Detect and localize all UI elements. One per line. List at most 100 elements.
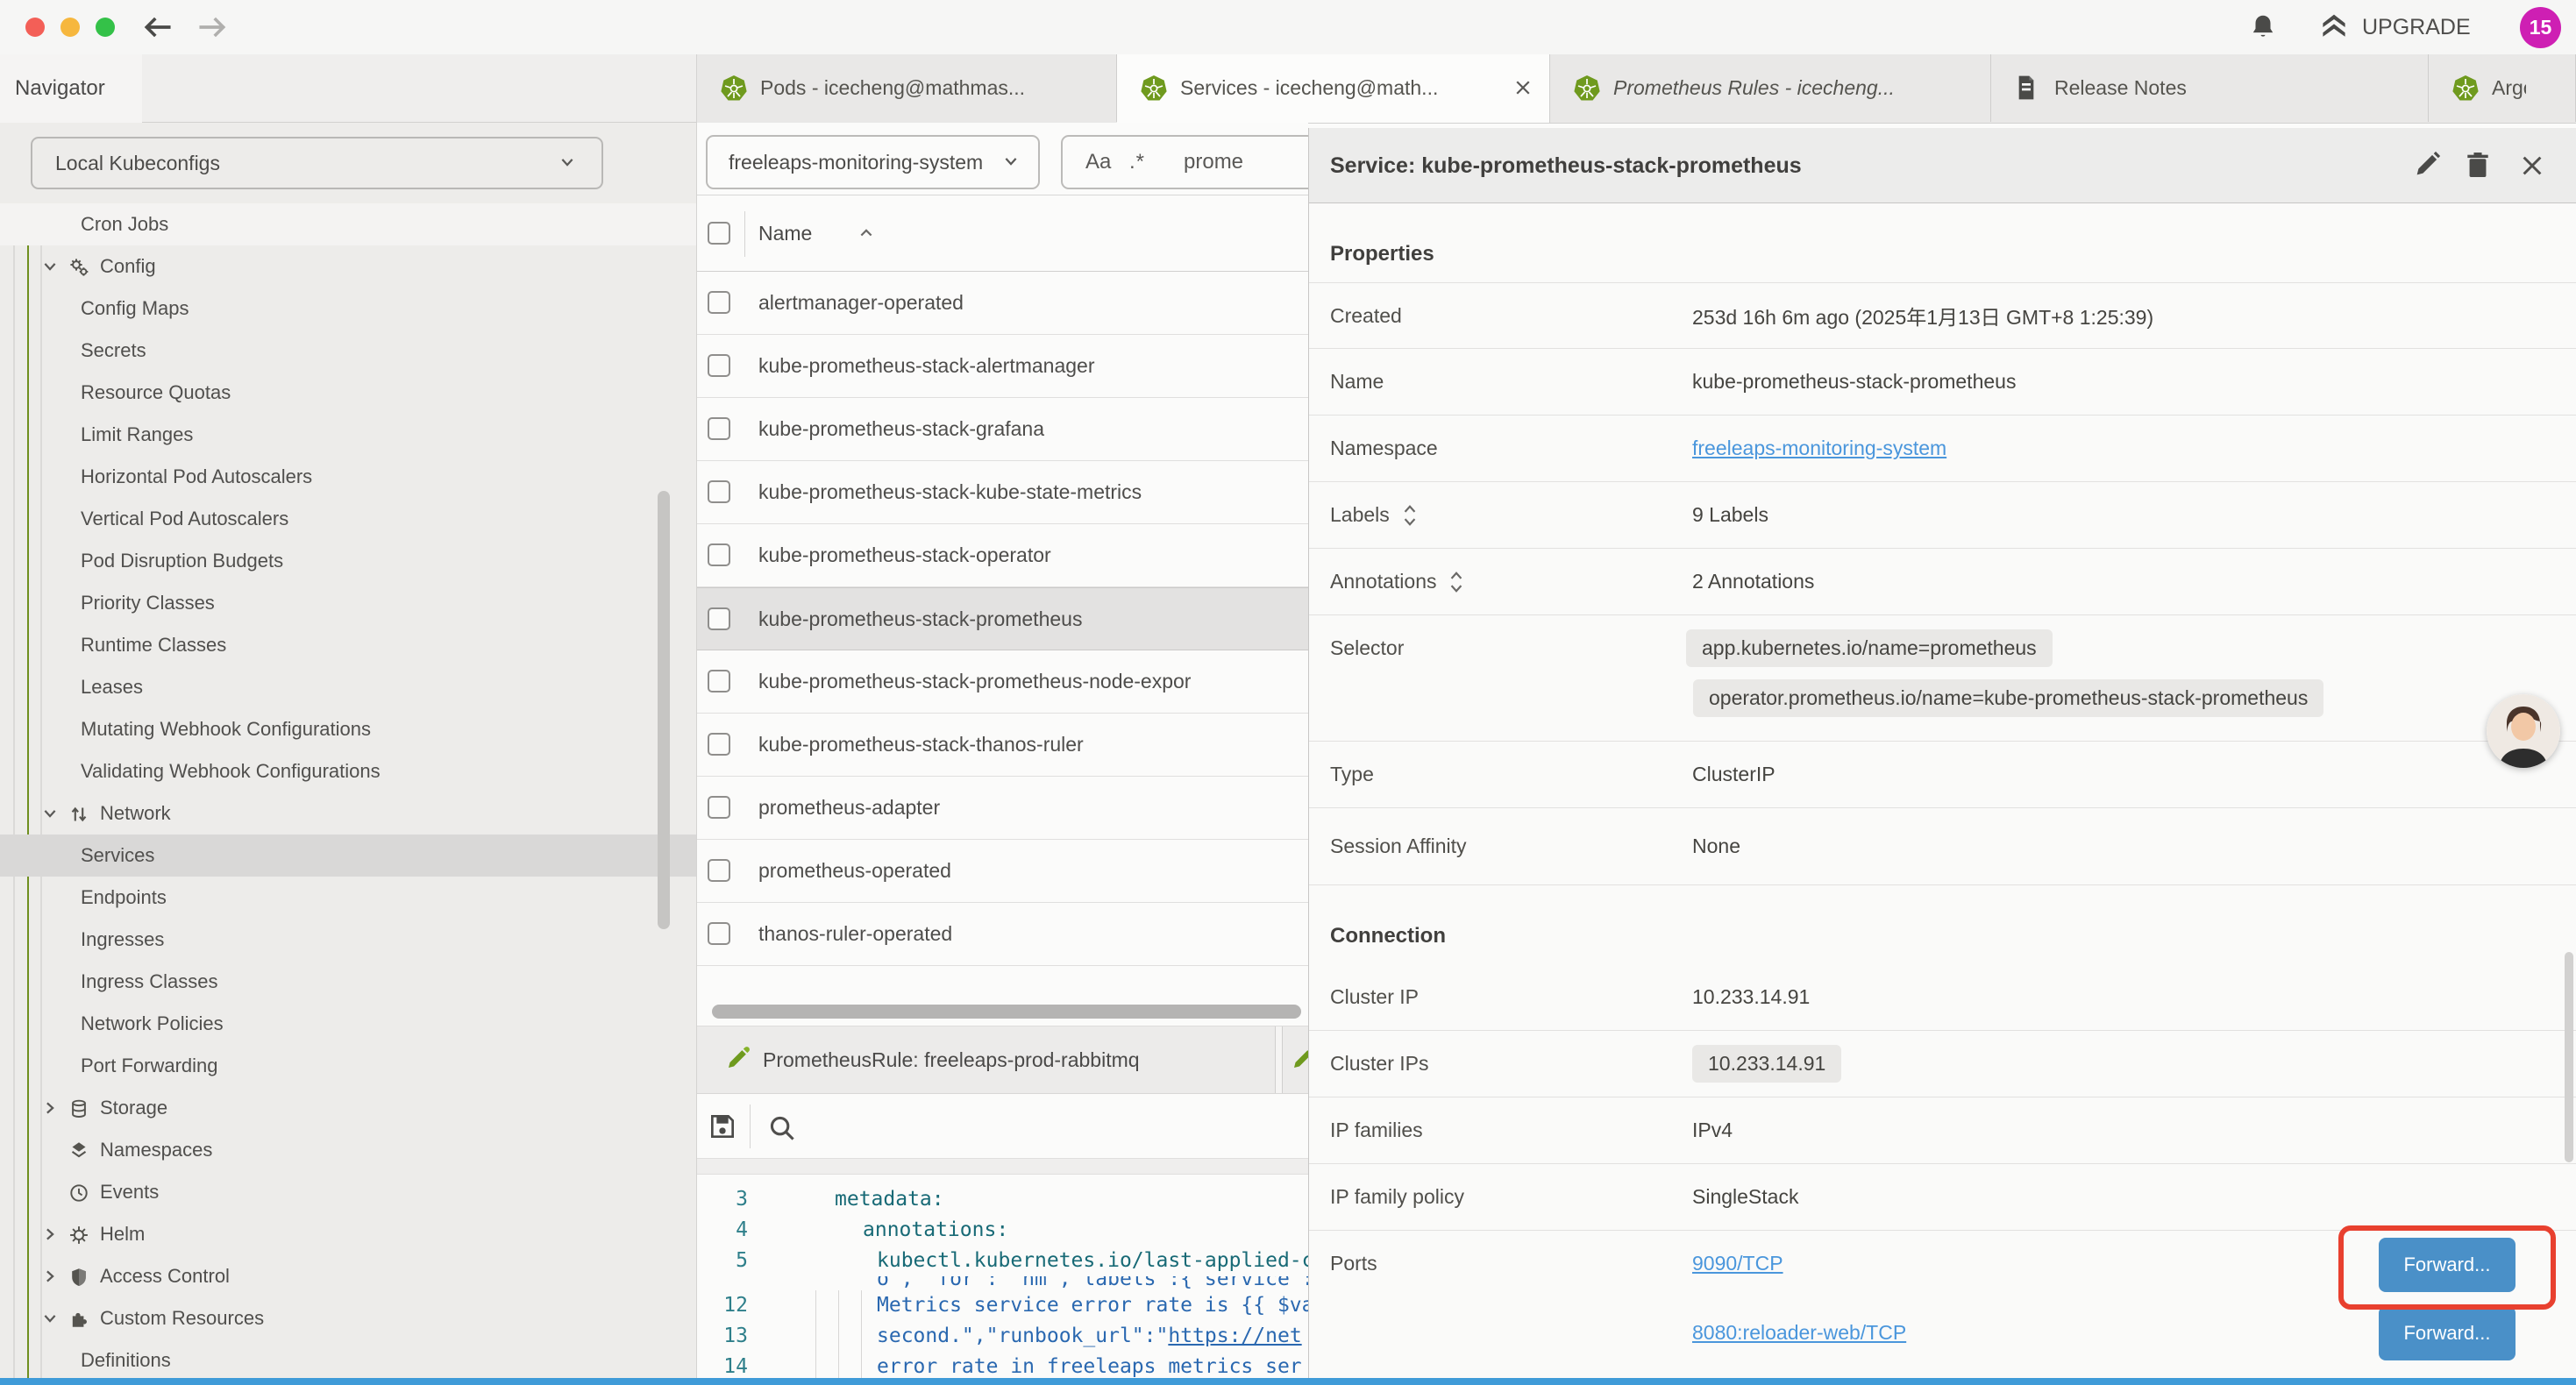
row-checkbox[interactable] [708, 670, 730, 692]
table-row[interactable]: kube-prometheus-stack-grafana [697, 398, 1308, 461]
row-checkbox[interactable] [708, 922, 730, 945]
row-checkbox[interactable] [708, 796, 730, 819]
yaml-editor[interactable]: 3 metadata: 4 annotations: 5 kubectl.kub… [697, 1184, 1308, 1382]
tree-item[interactable]: Endpoints [0, 877, 697, 919]
row-checkbox[interactable] [708, 607, 730, 630]
row-checkbox[interactable] [708, 354, 730, 377]
tree-item[interactable]: Storage [0, 1087, 697, 1129]
tree-item[interactable]: Leases [0, 666, 697, 708]
editor-resource-tab-partial[interactable] [1282, 1026, 1308, 1093]
upgrade-icon[interactable] [2318, 11, 2350, 43]
tree-item[interactable]: Cron Jobs [0, 203, 697, 245]
tree-item[interactable]: Priority Classes [0, 582, 697, 624]
delete-resource-icon[interactable] [2463, 150, 2493, 180]
runbook-url-link[interactable]: https://net [1168, 1325, 1301, 1347]
search-input[interactable]: Aa .* prome [1061, 135, 1308, 189]
regex-toggle[interactable]: .* [1129, 137, 1145, 188]
tree-item[interactable]: Validating Webhook Configurations [0, 750, 697, 792]
tree-chevron-icon[interactable] [40, 1310, 60, 1327]
details-scrollbar[interactable] [2565, 952, 2573, 1162]
table-row[interactable]: prometheus-operated [697, 840, 1308, 903]
editor-resource-tab[interactable]: PrometheusRule: freeleaps-prod-rabbitmq [697, 1026, 1276, 1093]
tree-item[interactable]: Definitions [0, 1339, 697, 1381]
table-row[interactable]: kube-prometheus-stack-prometheus [697, 587, 1308, 650]
editor-tab[interactable]: Release Notes [1991, 54, 2429, 122]
editor-tab[interactable]: Argo Se [2429, 54, 2576, 122]
labels-expander-icon[interactable] [1402, 502, 1418, 529]
editor-tab[interactable]: Prometheus Rules - icecheng... [1550, 54, 1991, 122]
tree-chevron-icon[interactable] [40, 1099, 60, 1117]
tree-chevron-icon[interactable] [40, 1268, 60, 1285]
minimize-window-button[interactable] [60, 18, 80, 37]
row-checkbox[interactable] [708, 291, 730, 314]
tree-item[interactable]: Ingresses [0, 919, 697, 961]
tree-chevron-icon[interactable] [40, 805, 60, 822]
navigator-scrollbar[interactable] [658, 491, 670, 929]
tree-item[interactable]: Pod Disruption Budgets [0, 540, 697, 582]
tree-item[interactable]: Port Forwarding [0, 1045, 697, 1087]
navigator-tab[interactable]: Navigator [0, 54, 142, 123]
tree-item[interactable]: Horizontal Pod Autoscalers [0, 456, 697, 498]
namespace-filter-dropdown[interactable]: freeleaps-monitoring-system [706, 135, 1040, 189]
tree-item[interactable]: Limit Ranges [0, 414, 697, 456]
row-checkbox[interactable] [708, 733, 730, 756]
tree-item[interactable]: Runtime Classes [0, 624, 697, 666]
forward-port-button[interactable]: Forward... [2379, 1238, 2516, 1292]
table-row[interactable]: thanos-ruler-operated [697, 903, 1308, 966]
tree-item[interactable]: Services [0, 835, 697, 877]
annotations-expander-icon[interactable] [1448, 569, 1464, 595]
port-8080-link[interactable]: 8080:reloader-web/TCP [1692, 1321, 1906, 1345]
editor-tab[interactable]: Services - icecheng@math... [1117, 54, 1550, 123]
namespace-link[interactable]: freeleaps-monitoring-system [1692, 437, 1946, 460]
tree-item[interactable]: Namespaces [0, 1129, 697, 1171]
table-row[interactable]: kube-prometheus-stack-alertmanager [697, 335, 1308, 398]
tree-item[interactable]: Network [0, 792, 697, 835]
table-row[interactable]: kube-prometheus-stack-operator [697, 524, 1308, 587]
close-panel-icon[interactable] [2519, 153, 2545, 179]
tree-item[interactable]: Helm [0, 1213, 697, 1255]
tree-item[interactable]: Ingress Classes [0, 961, 697, 1003]
tree-item[interactable]: Resource Quotas [0, 372, 697, 414]
forward-icon[interactable] [195, 11, 230, 43]
tree-item[interactable]: Config Maps [0, 288, 697, 330]
upgrade-label[interactable]: UPGRADE [2362, 0, 2471, 54]
tree-item[interactable]: Config [0, 245, 697, 288]
name-column-header[interactable]: Name [758, 195, 812, 272]
forward-port-button[interactable]: Forward... [2379, 1306, 2516, 1360]
table-row[interactable]: prometheus-adapter [697, 777, 1308, 840]
tree-item[interactable]: Secrets [0, 330, 697, 372]
tab-close-icon[interactable] [1512, 77, 1534, 98]
zoom-window-button[interactable] [96, 18, 115, 37]
table-row[interactable]: kube-prometheus-stack-prometheus-node-ex… [697, 650, 1308, 714]
row-checkbox[interactable] [708, 480, 730, 503]
tree-chevron-icon[interactable] [40, 1225, 60, 1243]
back-icon[interactable] [140, 11, 175, 43]
tree-item[interactable]: Mutating Webhook Configurations [0, 708, 697, 750]
row-checkbox[interactable] [708, 417, 730, 440]
tree-item[interactable]: Network Policies [0, 1003, 697, 1045]
notifications-bell-icon[interactable] [2248, 12, 2278, 42]
tree-item[interactable]: Custom Resources [0, 1297, 697, 1339]
table-horizontal-scrollbar[interactable] [712, 1005, 1301, 1019]
select-all-checkbox[interactable] [708, 222, 730, 245]
table-row[interactable]: kube-prometheus-stack-kube-state-metrics [697, 461, 1308, 524]
tree-chevron-icon[interactable] [40, 258, 60, 275]
table-row[interactable]: kube-prometheus-stack-thanos-ruler [697, 714, 1308, 777]
tree-item[interactable]: Events [0, 1171, 697, 1213]
row-checkbox[interactable] [708, 543, 730, 566]
edit-resource-icon[interactable] [2412, 150, 2442, 180]
row-checkbox[interactable] [708, 859, 730, 882]
editor-search-icon[interactable] [767, 1113, 797, 1143]
update-count-badge[interactable]: 15 [2520, 7, 2561, 48]
close-window-button[interactable] [25, 18, 45, 37]
table-row[interactable]: alertmanager-operated [697, 272, 1308, 335]
port-9090-link[interactable]: 9090/TCP [1692, 1252, 1783, 1275]
editor-tab[interactable]: Pods - icecheng@mathmas... [697, 54, 1117, 122]
sort-ascending-icon[interactable] [857, 224, 876, 242]
tree-item[interactable]: Vertical Pod Autoscalers [0, 498, 697, 540]
kubeconfig-selector[interactable]: Local Kubeconfigs [31, 137, 603, 189]
save-icon[interactable] [709, 1113, 736, 1140]
avatar[interactable] [2487, 694, 2560, 768]
match-case-toggle[interactable]: Aa [1085, 137, 1111, 188]
tree-item[interactable]: Access Control [0, 1255, 697, 1297]
